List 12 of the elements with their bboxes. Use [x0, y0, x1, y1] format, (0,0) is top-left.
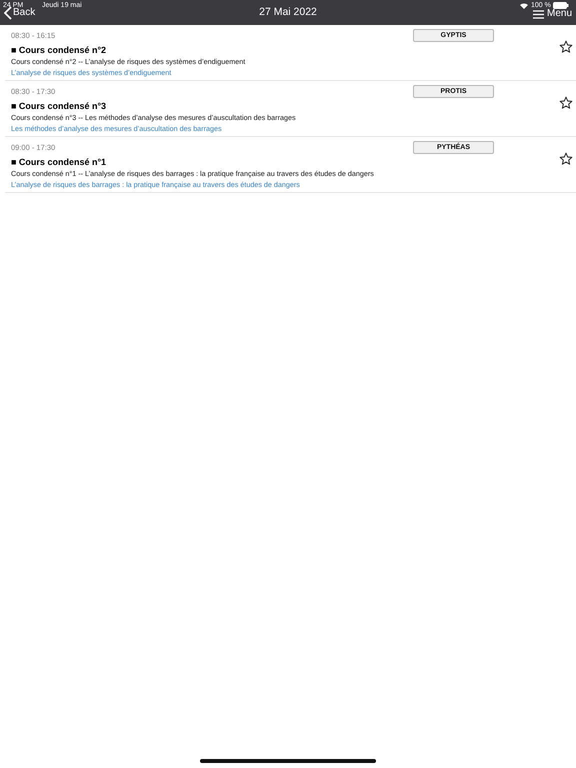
- page-title: 27 Mai 2022: [259, 5, 317, 20]
- session-title: ■ Cours condensé n°3: [11, 101, 106, 112]
- session-title: ■ Cours condensé n°1: [11, 157, 106, 168]
- session-title: ■ Cours condensé n°2: [11, 45, 106, 56]
- menu-icon: [532, 10, 544, 18]
- favorite-star-button[interactable]: [559, 40, 573, 54]
- chevron-left-icon: [4, 6, 12, 20]
- menu-button[interactable]: Menu: [532, 9, 572, 19]
- favorite-star-button[interactable]: [559, 152, 573, 166]
- favorite-star-button[interactable]: [559, 96, 573, 110]
- battery-icon: [553, 2, 569, 9]
- wifi-icon: [520, 3, 528, 9]
